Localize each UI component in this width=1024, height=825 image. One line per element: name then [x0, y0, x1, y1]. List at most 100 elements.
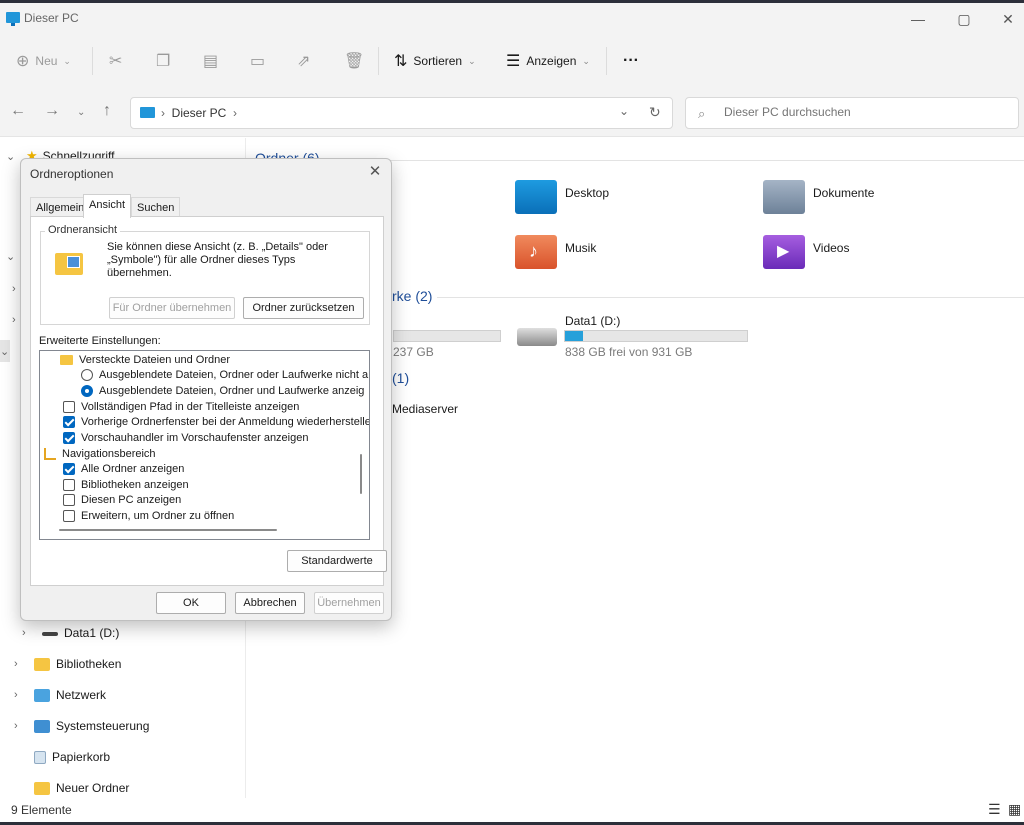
- folder-label: Dokumente: [813, 186, 875, 200]
- horizontal-scrollbar[interactable]: [59, 529, 277, 531]
- checkbox-full-path-titlebar[interactable]: Vollständigen Pfad in der Titelleiste an…: [63, 399, 299, 414]
- cut-button[interactable]: ✂: [109, 49, 128, 73]
- apply-button[interactable]: Übernehmen: [314, 592, 384, 614]
- chevron-down-icon[interactable]: ⌄: [619, 104, 629, 118]
- address-bar-row: ← → ⌄ ↑ › Dieser PC › ⌄ ↻ ⌕: [0, 87, 1024, 137]
- checkbox[interactable]: [63, 431, 75, 444]
- folder-label: Videos: [813, 241, 850, 255]
- folder-label: Musik: [565, 241, 597, 255]
- checkbox[interactable]: [63, 415, 75, 428]
- sidebar-selection-marker: ⌄: [0, 340, 10, 362]
- checkbox[interactable]: [63, 509, 75, 522]
- drive-icon: [42, 632, 58, 636]
- breadcrumb[interactable]: › Dieser PC ›: [161, 106, 237, 120]
- section-title-network[interactable]: (1): [392, 370, 409, 386]
- restore-defaults-button[interactable]: Standardwerte: [287, 550, 387, 572]
- desktop-folder-icon: [515, 180, 557, 214]
- cancel-button[interactable]: Abbrechen: [235, 592, 305, 614]
- recent-locations-chevron-icon[interactable]: ⌄: [77, 107, 85, 118]
- tab-suchen[interactable]: Suchen: [131, 197, 181, 217]
- share-button[interactable]: ⇗: [297, 49, 316, 73]
- drive-d-label[interactable]: Data1 (D:): [565, 314, 620, 328]
- paste-button[interactable]: ▤: [203, 49, 224, 73]
- scissors-icon: ✂: [109, 53, 123, 70]
- folder-videos[interactable]: ▶ Videos: [763, 235, 849, 269]
- radio-hide-hidden-files[interactable]: Ausgeblendete Dateien, Ordner oder Laufw…: [81, 367, 368, 382]
- checkbox-show-libraries[interactable]: Bibliotheken anzeigen: [63, 477, 189, 492]
- sort-label: Sortieren: [413, 54, 463, 68]
- close-icon[interactable]: ✕: [365, 162, 385, 182]
- up-arrow-icon[interactable]: ↑: [103, 102, 111, 120]
- search-input[interactable]: [724, 105, 1004, 119]
- folder-desktop[interactable]: Desktop: [515, 180, 609, 214]
- copy-button[interactable]: ❐: [156, 49, 176, 73]
- group-legend: Ordneransicht: [45, 224, 121, 236]
- sidebar-item-bibliotheken[interactable]: › Bibliotheken: [14, 653, 121, 675]
- drive-icon[interactable]: [517, 328, 557, 346]
- search-icon: ⌕: [698, 106, 706, 121]
- advanced-settings-label: Erweiterte Einstellungen:: [39, 335, 161, 347]
- radio-show-hidden-files[interactable]: Ausgeblendete Dateien, Ordner und Laufwe…: [81, 383, 364, 398]
- checkbox-preview-handlers[interactable]: Vorschauhandler im Vorschaufenster anzei…: [63, 430, 308, 445]
- search-box[interactable]: ⌕: [685, 97, 1019, 129]
- checkbox[interactable]: [63, 478, 75, 491]
- checkbox-expand-to-folder[interactable]: Erweitern, um Ordner zu öffnen: [63, 508, 234, 523]
- reset-folders-button[interactable]: Ordner zurücksetzen: [243, 297, 364, 319]
- sidebar-item-data1[interactable]: › Data1 (D:): [22, 622, 119, 644]
- tab-ansicht[interactable]: Ansicht: [83, 194, 132, 218]
- vertical-scrollbar[interactable]: [360, 454, 362, 494]
- checkbox-show-this-pc[interactable]: Diesen PC anzeigen: [63, 492, 181, 507]
- folder-options-dialog: Ordneroptionen ✕ Allgemein Ansicht Suche…: [20, 158, 392, 621]
- close-button[interactable]: ✕: [988, 7, 1024, 31]
- delete-button[interactable]: 🗑: [344, 49, 370, 73]
- section-divider: [337, 160, 1024, 161]
- back-arrow-icon[interactable]: ←: [10, 102, 26, 120]
- sidebar-item-label: Neuer Ordner: [56, 781, 130, 795]
- minimize-button[interactable]: —: [898, 7, 938, 31]
- view-list-icon: ☰: [506, 53, 521, 70]
- computer-icon: [140, 107, 155, 118]
- folder-musik[interactable]: ♪ Musik: [515, 235, 596, 269]
- checkbox[interactable]: [63, 462, 75, 475]
- title-bar: Dieser PC — ▢ ✕: [0, 3, 1024, 35]
- sidebar-item-label: Systemsteuerung: [56, 719, 150, 733]
- ok-button[interactable]: OK: [156, 592, 226, 614]
- sidebar-item-systemsteuerung[interactable]: › Systemsteuerung: [14, 715, 149, 737]
- chevron-right-icon: ›: [14, 720, 18, 732]
- drive-d-free-text: 838 GB frei von 931 GB: [565, 345, 693, 359]
- address-field[interactable]: › Dieser PC › ⌄ ↻: [130, 97, 673, 129]
- status-bar: 9 Elemente ☰ ▦: [0, 798, 1024, 822]
- view-button[interactable]: ☰ Anzeigen ⌄: [506, 49, 590, 73]
- checkbox-show-all-folders[interactable]: Alle Ordner anzeigen: [63, 461, 184, 476]
- sidebar-item-neuer-ordner[interactable]: Neuer Ordner: [34, 777, 129, 799]
- details-view-icon[interactable]: ☰: [988, 801, 1001, 818]
- radio-button[interactable]: [81, 368, 93, 381]
- maximize-button[interactable]: ▢: [944, 7, 984, 31]
- refresh-icon[interactable]: ↻: [649, 104, 661, 121]
- new-button[interactable]: ⊕ Neu ⌄: [16, 49, 71, 73]
- apply-to-folders-button[interactable]: Für Ordner übernehmen: [109, 297, 235, 319]
- folder-dokumente[interactable]: Dokumente: [763, 180, 874, 214]
- more-options-button[interactable]: ···: [623, 49, 639, 73]
- tiles-view-icon[interactable]: ▦: [1008, 801, 1021, 818]
- tab-allgemein[interactable]: Allgemein: [30, 197, 91, 217]
- computer-icon: [6, 12, 20, 26]
- rename-button[interactable]: ▭: [250, 49, 271, 73]
- sidebar-item-papierkorb[interactable]: Papierkorb: [34, 746, 110, 768]
- sort-button[interactable]: ⇅ Sortieren ⌄: [394, 49, 476, 73]
- radio-button[interactable]: [81, 384, 93, 397]
- sidebar-item-label: Bibliotheken: [56, 657, 122, 671]
- checkbox[interactable]: [63, 493, 75, 506]
- command-bar: ⊕ Neu ⌄ ✂ ❐ ▤ ▭ ⇗ 🗑 ⇅ Sortieren ⌄ ☰ Anze…: [0, 35, 1024, 87]
- sidebar-item-label: Papierkorb: [52, 750, 111, 764]
- sidebar-item-netzwerk[interactable]: › Netzwerk: [14, 684, 106, 706]
- chevron-right-icon: ›: [22, 627, 26, 639]
- checkbox[interactable]: [63, 400, 75, 413]
- folder-label: Desktop: [565, 186, 610, 200]
- section-title-drives[interactable]: rke (2): [392, 288, 432, 304]
- network-item-mediaserver[interactable]: Mediaserver: [392, 402, 458, 416]
- checkbox-restore-windows[interactable]: Vorherige Ordnerfenster bei der Anmeldun…: [63, 414, 369, 429]
- toolbar-divider: [378, 47, 379, 75]
- forward-arrow-icon[interactable]: →: [44, 102, 60, 120]
- documents-folder-icon: [763, 180, 805, 214]
